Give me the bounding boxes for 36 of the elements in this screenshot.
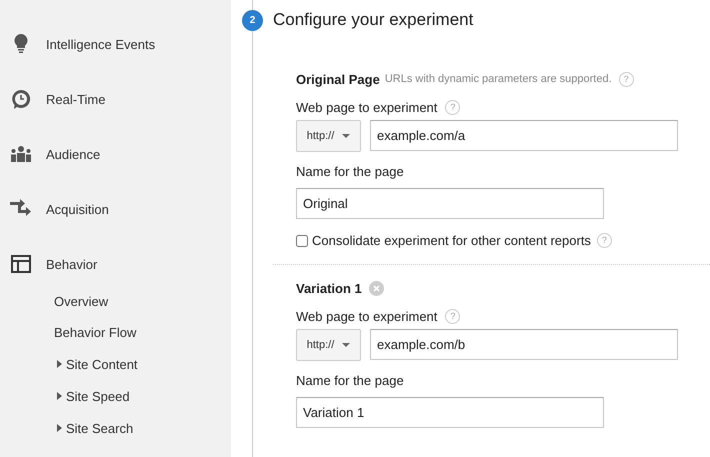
nav-subitem[interactable]: Site Content bbox=[0, 354, 231, 374]
nav-item[interactable]: Behavior bbox=[0, 251, 231, 277]
protocol-dropdown[interactable]: http:// bbox=[296, 120, 361, 152]
field-label: Name for the page bbox=[296, 373, 405, 390]
expand-arrow-icon bbox=[57, 392, 62, 400]
nav-item[interactable]: Real-Time bbox=[0, 86, 231, 112]
name-field[interactable]: Original bbox=[296, 188, 604, 219]
people-icon bbox=[10, 146, 32, 162]
step-title: Configure your experiment bbox=[273, 10, 474, 30]
nav-item[interactable]: Audience bbox=[0, 141, 231, 167]
name-field[interactable]: Variation 1 bbox=[296, 397, 604, 428]
field-label: Name for the page bbox=[296, 164, 405, 181]
nav-item[interactable]: Intelligence Events bbox=[0, 31, 231, 57]
url-field[interactable]: example.com/a bbox=[370, 120, 678, 151]
checkbox-label: Consolidate experiment for other content reports bbox=[312, 233, 591, 248]
field-label: Web page to experiment bbox=[296, 100, 438, 114]
section-heading: Variation 1 bbox=[296, 280, 362, 296]
step-number-badge: 2 bbox=[242, 10, 263, 31]
field-label: Web page to experiment bbox=[296, 308, 438, 324]
nav-subitem[interactable]: Site Speed bbox=[0, 386, 231, 406]
section-heading: Original Page bbox=[296, 72, 380, 86]
arrows-icon bbox=[10, 199, 32, 219]
nav-item[interactable]: Acquisition bbox=[0, 196, 231, 222]
caret-icon bbox=[342, 134, 350, 138]
checkbox[interactable] bbox=[296, 234, 308, 246]
nav-subitem[interactable]: Site Search bbox=[0, 418, 231, 438]
protocol-dropdown[interactable]: http:// bbox=[296, 329, 361, 361]
nav-subitem[interactable]: Behavior Flow bbox=[0, 322, 231, 342]
caret-icon bbox=[342, 343, 350, 347]
expand-arrow-icon bbox=[57, 360, 62, 368]
url-field[interactable]: example.com/b bbox=[370, 329, 678, 360]
layout-icon bbox=[10, 255, 32, 273]
section-note: URLs with dynamic parameters are supported. bbox=[384, 73, 612, 85]
clock-icon bbox=[10, 89, 32, 109]
nav-subitem[interactable]: Overview bbox=[0, 291, 231, 311]
expand-arrow-icon bbox=[57, 424, 62, 432]
